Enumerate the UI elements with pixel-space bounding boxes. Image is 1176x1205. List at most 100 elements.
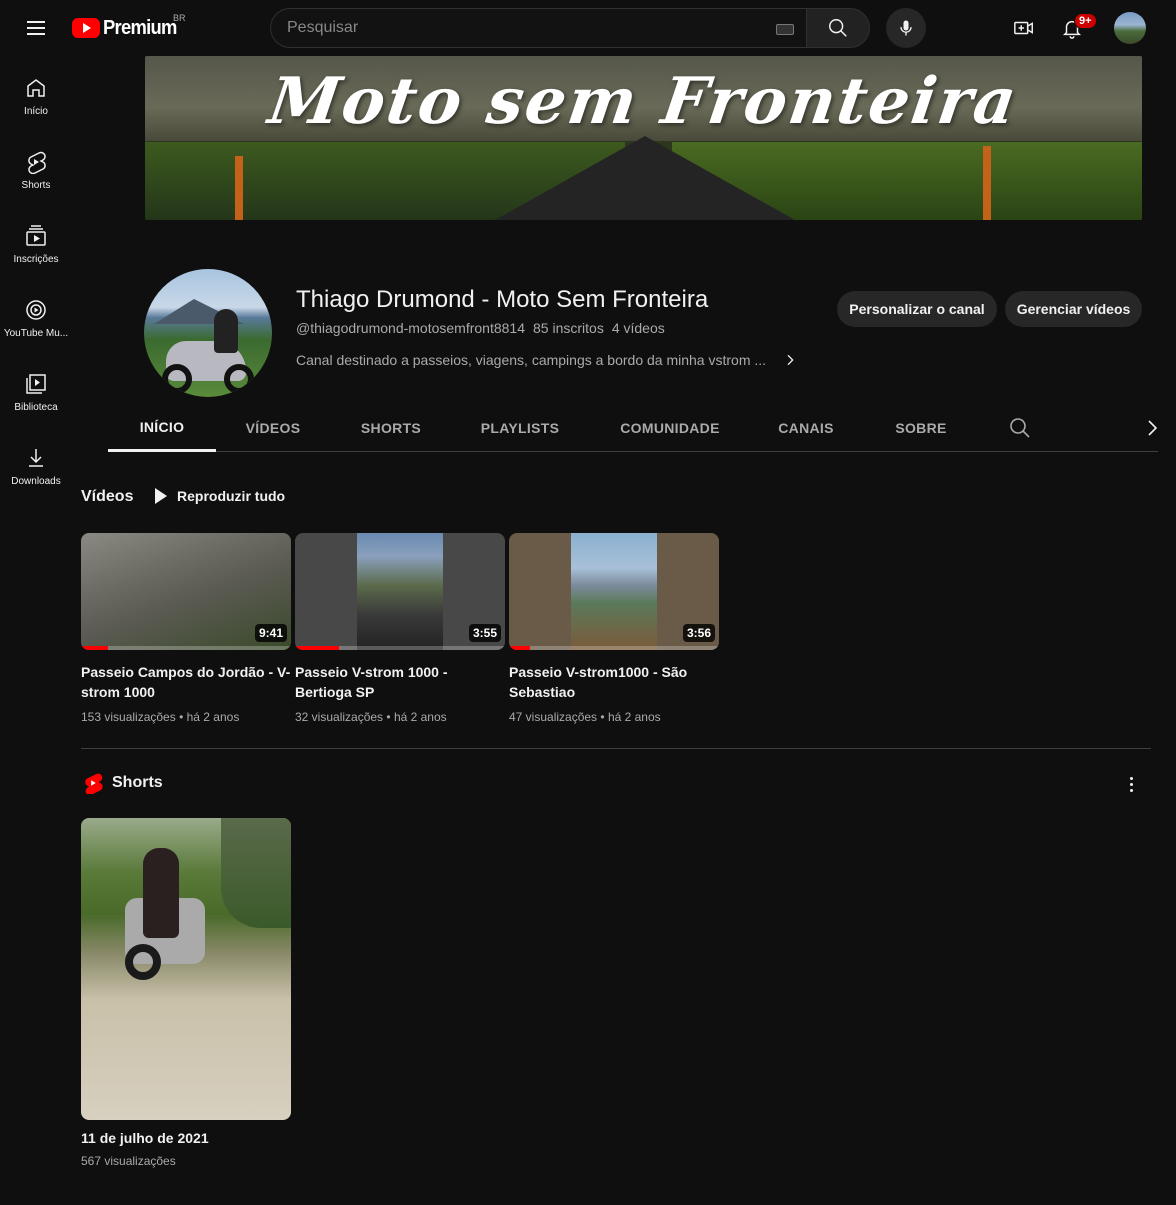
channel-description-text: Canal destinado a passeios, viagens, cam… [296,352,767,368]
microphone-icon [900,20,912,36]
channel-name: Thiago Drumond - Moto Sem Fronteira [296,286,709,313]
video-meta: 32 visualizações • há 2 anos [295,710,447,724]
video-title[interactable]: Passeio V-strom1000 - São Sebastiao [509,662,719,702]
chevron-right-icon [787,354,794,366]
video-duration: 9:41 [254,624,287,642]
video-title[interactable]: Passeio Campos do Jordão - V-strom 1000 [81,662,291,702]
chevron-right-icon[interactable] [1140,416,1164,440]
sidebar-item-subscriptions[interactable]: Inscrições [0,204,72,278]
search-box [270,8,806,48]
tab-playlists[interactable]: PLAYLISTS [468,404,572,452]
video-age: há 2 anos [186,710,240,724]
country-code: BR [173,13,186,23]
channel-description[interactable]: Canal destinado a passeios, viagens, cam… [296,352,798,368]
play-icon [155,488,167,504]
video-age: há 2 anos [607,710,661,724]
youtube-play-icon [72,18,100,38]
voice-search-button[interactable] [886,8,926,48]
video-card[interactable]: 3:56 Passeio V-strom1000 - São Sebastiao… [509,533,719,724]
watch-progress-track [81,646,291,650]
sidebar-item-youtube-music[interactable]: YouTube Mu... [0,278,72,352]
sidebar-item-shorts[interactable]: Shorts [0,130,72,204]
short-title[interactable]: 11 de julho de 2021 [81,1130,291,1146]
channel-handle: @thiagodrumond-motosemfront8814 [296,320,526,336]
play-all-label: Reproduzir tudo [177,488,286,504]
sidebar-item-label: Shorts [21,180,51,191]
shorts-icon [85,773,103,794]
logo-text: Premium [103,16,177,39]
video-thumbnail[interactable]: 9:41 [81,533,291,650]
search-icon[interactable] [1008,416,1032,440]
shorts-icon [28,151,46,174]
video-meta: 47 visualizações • há 2 anos [509,710,661,724]
video-age: há 2 anos [393,710,447,724]
banner-post [235,156,243,220]
video-duration: 3:56 [682,624,715,642]
play-all-button[interactable]: Reproduzir tudo [150,488,285,504]
watch-progress-bar [295,646,340,650]
video-thumbnail[interactable]: 3:55 [295,533,505,650]
sidebar-item-downloads[interactable]: Downloads [0,426,72,500]
channel-avatar [144,269,272,397]
sidebar-item-library[interactable]: Biblioteca [0,352,72,426]
notification-badge: 9+ [1074,13,1097,29]
watch-progress-track [509,646,719,650]
banner-post [983,146,991,220]
create-button[interactable] [1004,8,1044,48]
shorts-section-title: Shorts [112,774,163,791]
video-title[interactable]: Passeio V-strom 1000 - Bertioga SP [295,662,505,702]
short-thumbnail[interactable] [81,818,291,1120]
tab-about[interactable]: SOBRE [878,404,964,452]
channel-tabs: INÍCIO VÍDEOS SHORTS PLAYLISTS COMUNIDAD… [108,404,1158,452]
sidebar: Início Shorts Inscrições YouTube Mu... B… [0,56,72,500]
watch-progress-bar [509,646,530,650]
tab-home[interactable]: INÍCIO [108,404,216,452]
channel-banner: Moto sem Fronteira [145,56,1142,220]
video-thumbnail[interactable]: 3:56 [509,533,719,650]
tab-community[interactable]: COMUNIDADE [608,404,732,452]
sidebar-item-label: Downloads [11,476,61,487]
subscriptions-icon [26,225,46,246]
customize-channel-button[interactable]: Personalizar o canal [837,291,997,327]
library-icon [26,374,46,394]
banner-title: Moto sem Fronteira [264,64,1023,139]
download-icon [29,449,43,467]
short-views: 567 visualizações [81,1154,176,1168]
manage-videos-button[interactable]: Gerenciar vídeos [1005,291,1142,327]
sidebar-item-home[interactable]: Início [0,56,72,130]
sidebar-item-label: Início [24,106,48,117]
youtube-logo[interactable]: Premium [72,15,183,41]
top-bar: Premium BR 9+ [0,0,1176,56]
search-input[interactable] [287,19,767,37]
tab-videos[interactable]: VÍDEOS [226,404,320,452]
video-card[interactable]: 3:55 Passeio V-strom 1000 - Bertioga SP … [295,533,505,724]
sidebar-item-label: YouTube Mu... [3,328,69,339]
channel-meta: @thiagodrumond-motosemfront8814 85 inscr… [296,320,665,336]
video-duration: 3:55 [468,624,501,642]
video-views: 32 visualizações [295,710,384,724]
search-button[interactable] [806,8,870,48]
home-icon [27,79,45,97]
sidebar-item-label: Biblioteca [14,402,58,413]
video-card[interactable]: 9:41 Passeio Campos do Jordão - V-strom … [81,533,291,724]
search-icon [829,19,847,37]
keyboard-icon[interactable] [776,24,794,35]
tab-channels[interactable]: CANAIS [762,404,850,452]
section-divider [81,748,1151,749]
video-views: 47 visualizações [509,710,598,724]
video-meta: 153 visualizações • há 2 anos [81,710,240,724]
video-views: 153 visualizações [81,710,176,724]
account-avatar[interactable] [1114,12,1146,44]
tab-shorts[interactable]: SHORTS [344,404,438,452]
more-options-icon[interactable] [1119,772,1143,796]
subscriber-count: 85 inscritos [533,320,604,336]
create-video-icon [1014,21,1033,35]
video-count: 4 vídeos [611,320,665,336]
videos-section-title: Vídeos [81,488,134,505]
sidebar-item-label: Inscrições [13,254,59,265]
youtube-music-icon [26,300,46,320]
short-card[interactable]: 11 de julho de 2021 567 visualizações [81,818,291,1168]
banner-road [495,136,795,220]
menu-icon[interactable] [18,10,54,46]
watch-progress-bar [81,646,109,650]
